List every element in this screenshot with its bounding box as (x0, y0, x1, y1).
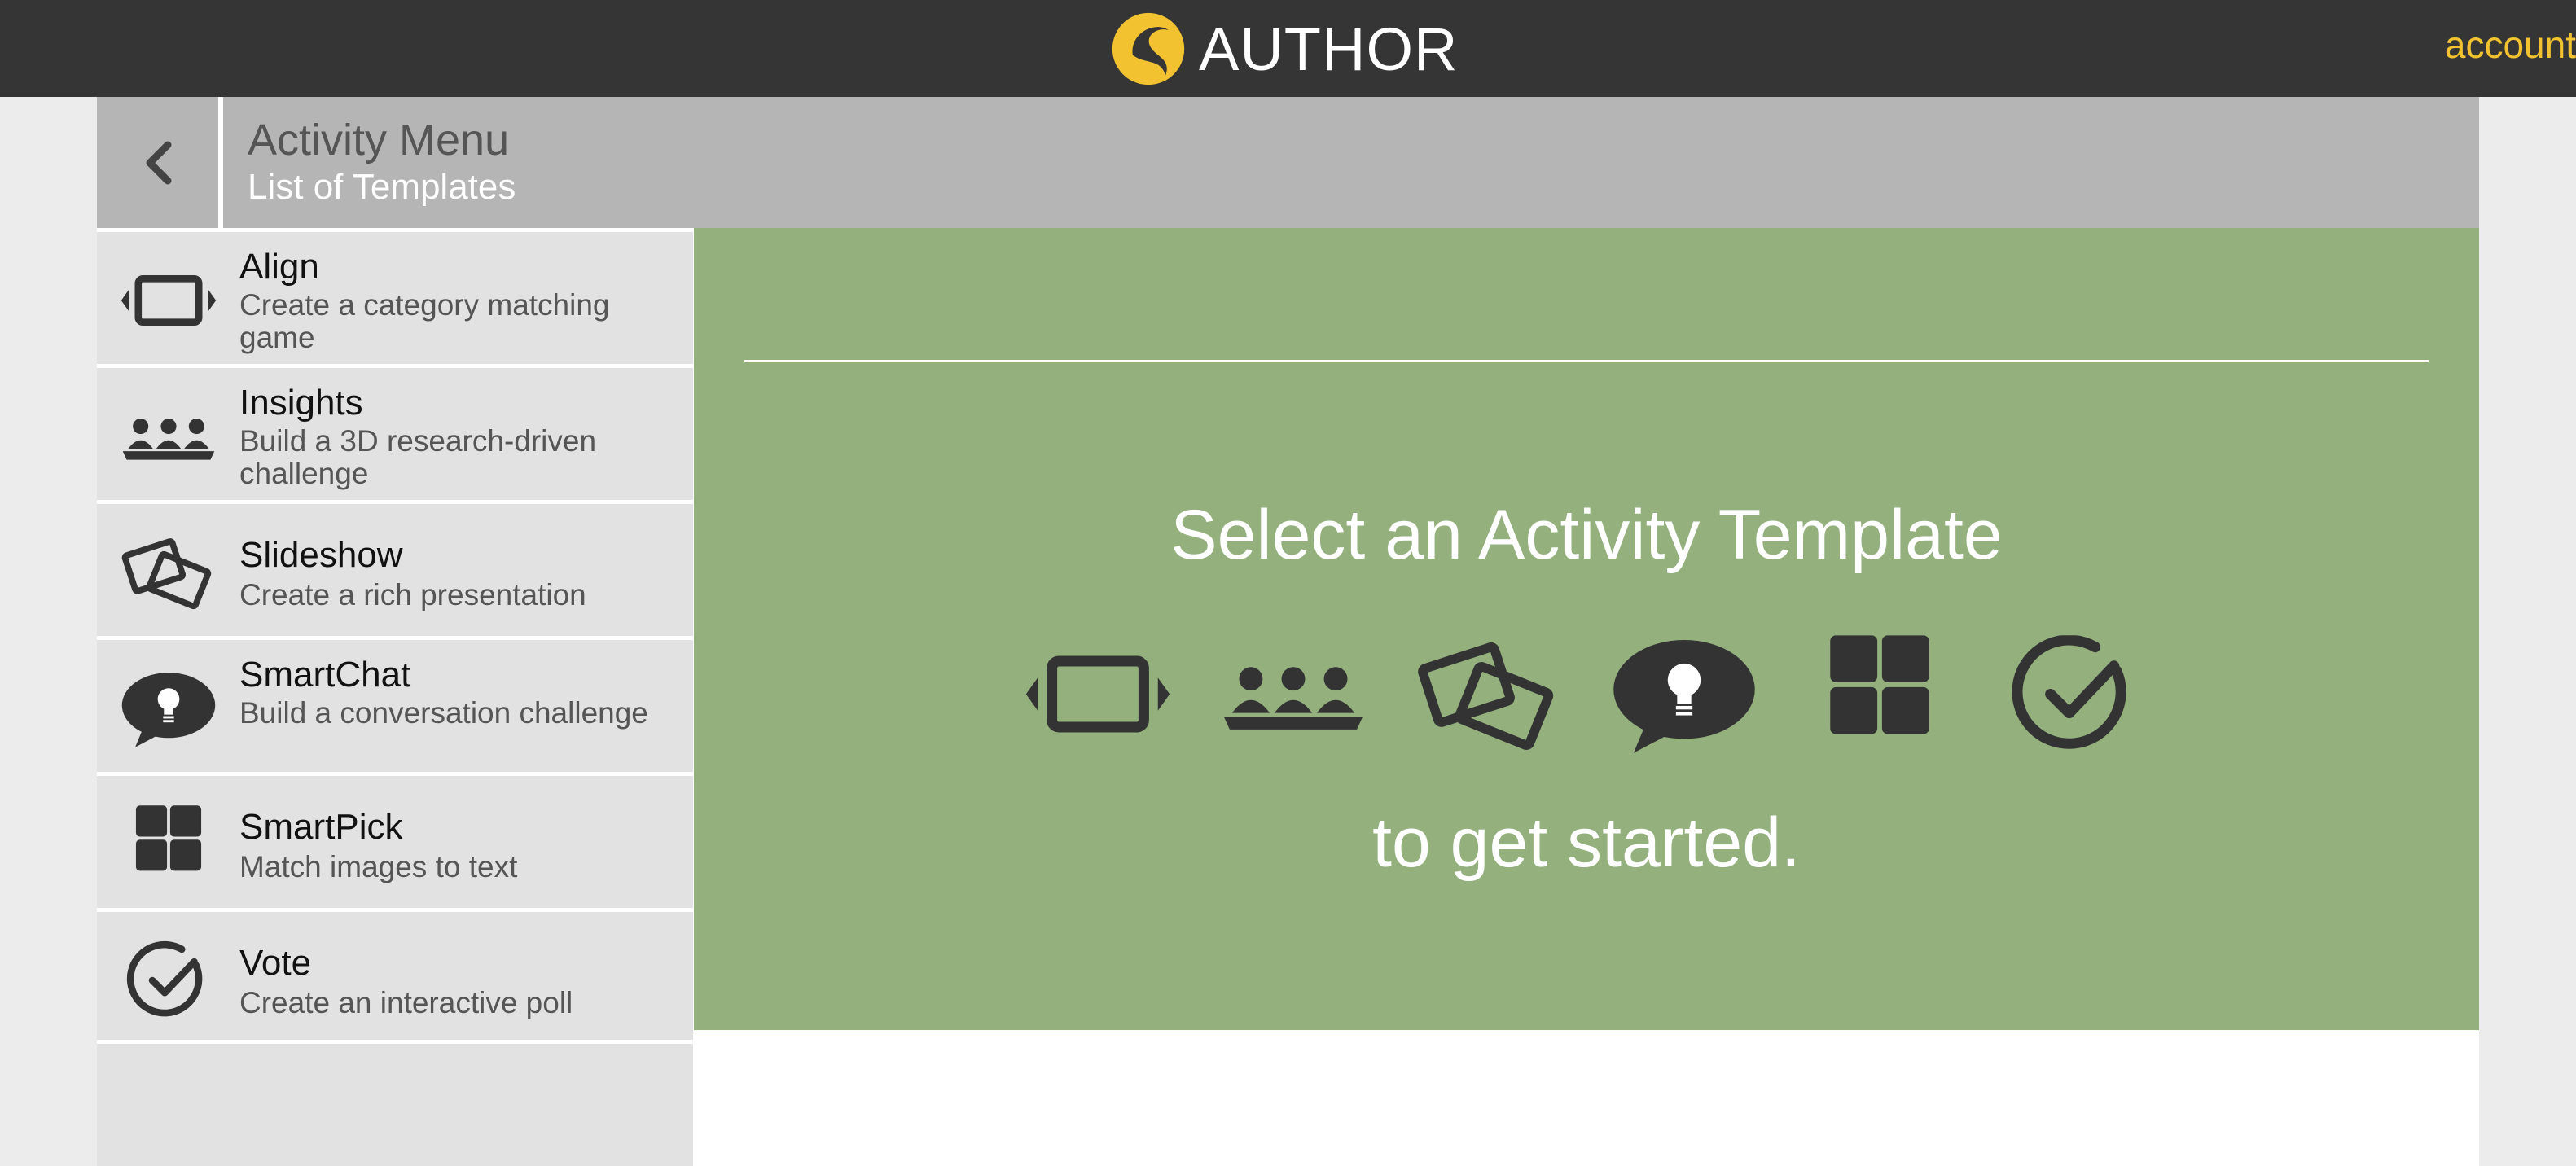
insights-icon (1217, 623, 1370, 765)
smartpick-icon (118, 804, 219, 885)
app-container: Activity Menu List of Templates Align Cr… (97, 97, 2479, 1166)
align-icon (1021, 623, 1174, 765)
template-item-align[interactable]: Align Create a category matching game (97, 228, 693, 360)
template-name: Vote (239, 943, 312, 983)
align-icon (118, 260, 219, 341)
brand-name: AUTHOR (1199, 15, 1459, 83)
brand[interactable]: AUTHOR (1109, 8, 1458, 90)
panel-footer: to get started. (1372, 804, 1801, 882)
back-button[interactable] (97, 97, 223, 228)
template-description: Create a category matching game (239, 288, 610, 354)
template-item-smartchat[interactable]: SmartChat Build a conversation challenge (97, 636, 693, 768)
template-name: SmartChat (239, 655, 411, 695)
slideshow-icon (118, 532, 219, 613)
panel-heading: Select an Activity Template (1170, 496, 2003, 574)
template-description: Build a 3D research-driven challenge (239, 424, 597, 490)
divider (744, 360, 2429, 362)
template-item-smartpick[interactable]: SmartPick Match images to text (97, 772, 693, 904)
template-item-insights[interactable]: Insights Build a 3D research-driven chal… (97, 364, 693, 496)
template-item-vote[interactable]: Vote Create an interactive poll (97, 908, 693, 1044)
vote-icon (118, 940, 219, 1021)
template-item-slideshow[interactable]: Slideshow Create a rich presentation (97, 500, 693, 632)
template-name: SmartPick (239, 807, 403, 847)
template-list: Align Create a category matching game In… (97, 228, 693, 1166)
template-description: Create a rich presentation (239, 578, 586, 611)
chevron-left-icon (146, 141, 171, 184)
smartchat-icon (1608, 623, 1761, 765)
page-title: Activity Menu (248, 116, 510, 164)
smartchat-icon (118, 668, 219, 749)
template-description: Match images to text (239, 850, 518, 883)
vote-icon (1999, 623, 2152, 765)
page-subtitle: List of Templates (248, 167, 516, 207)
template-description: Create an interactive poll (239, 986, 573, 1019)
author-logo-icon (1112, 12, 1185, 85)
template-description: Build a conversation challenge (239, 696, 648, 730)
template-name: Align (239, 247, 319, 287)
template-icon-row (694, 623, 2479, 765)
slideshow-icon (1412, 623, 1565, 765)
insights-icon (118, 396, 219, 477)
header: Activity Menu List of Templates (97, 97, 2479, 228)
top-bar: AUTHOR account (0, 0, 2576, 97)
account-link[interactable]: account (2445, 23, 2576, 67)
welcome-panel: Select an Activity Template to get start… (694, 228, 2479, 1030)
template-name: Slideshow (239, 535, 403, 575)
template-name: Insights (239, 383, 363, 423)
smartpick-icon (1803, 623, 1956, 765)
